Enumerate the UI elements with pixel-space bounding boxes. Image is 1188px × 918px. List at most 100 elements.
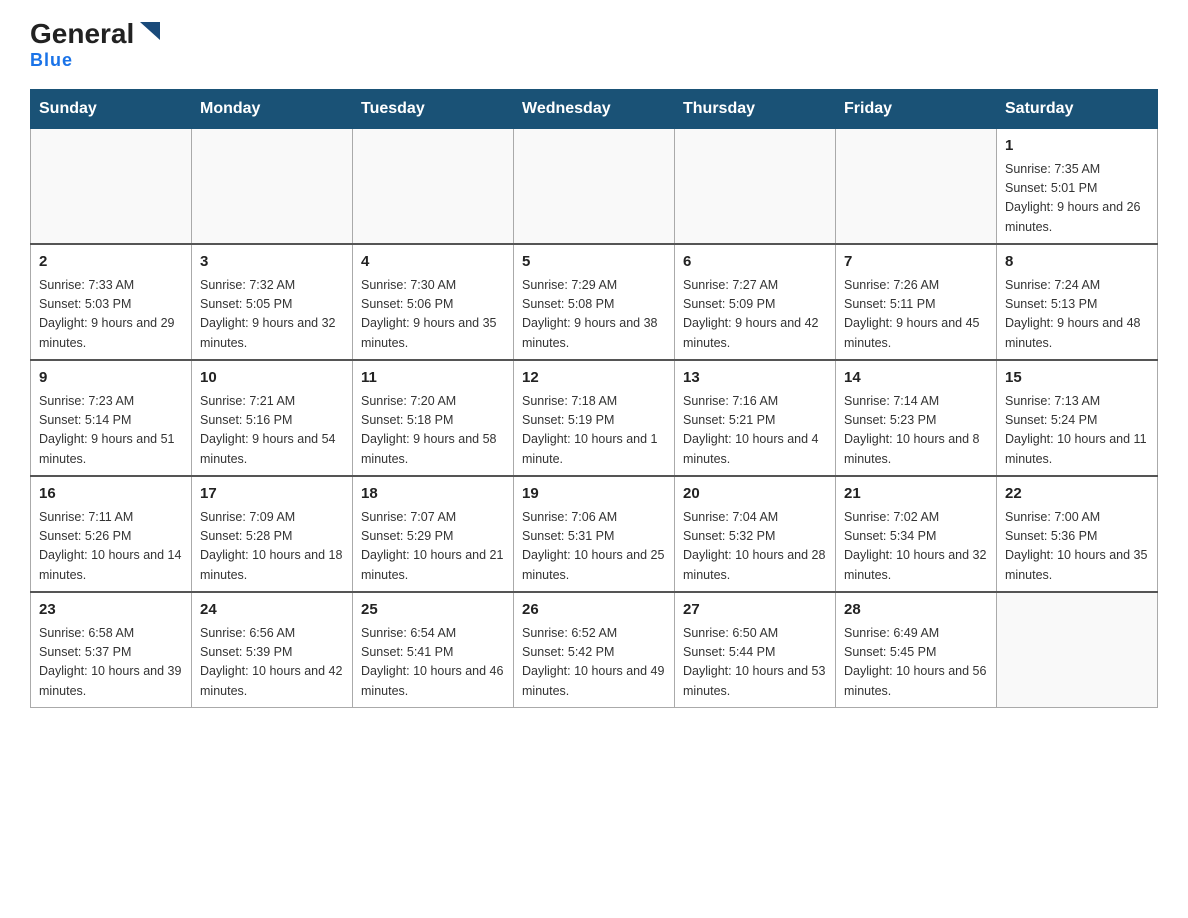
day-info: Sunrise: 6:54 AM Sunset: 5:41 PM Dayligh… <box>361 624 505 702</box>
calendar-day-cell: 8Sunrise: 7:24 AM Sunset: 5:13 PM Daylig… <box>997 244 1158 360</box>
calendar-day-cell: 2Sunrise: 7:33 AM Sunset: 5:03 PM Daylig… <box>31 244 192 360</box>
calendar-day-cell: 28Sunrise: 6:49 AM Sunset: 5:45 PM Dayli… <box>836 592 997 708</box>
weekday-header: Sunday <box>31 90 192 129</box>
calendar-day-cell: 18Sunrise: 7:07 AM Sunset: 5:29 PM Dayli… <box>353 476 514 592</box>
calendar-day-cell: 14Sunrise: 7:14 AM Sunset: 5:23 PM Dayli… <box>836 360 997 476</box>
calendar-day-cell: 27Sunrise: 6:50 AM Sunset: 5:44 PM Dayli… <box>675 592 836 708</box>
calendar-day-cell: 25Sunrise: 6:54 AM Sunset: 5:41 PM Dayli… <box>353 592 514 708</box>
calendar-day-cell: 4Sunrise: 7:30 AM Sunset: 5:06 PM Daylig… <box>353 244 514 360</box>
day-info: Sunrise: 6:58 AM Sunset: 5:37 PM Dayligh… <box>39 624 183 702</box>
day-info: Sunrise: 6:56 AM Sunset: 5:39 PM Dayligh… <box>200 624 344 702</box>
calendar-day-cell <box>514 129 675 245</box>
day-info: Sunrise: 7:04 AM Sunset: 5:32 PM Dayligh… <box>683 508 827 586</box>
day-number: 24 <box>200 599 344 622</box>
day-number: 2 <box>39 251 183 274</box>
calendar-day-cell: 3Sunrise: 7:32 AM Sunset: 5:05 PM Daylig… <box>192 244 353 360</box>
day-number: 11 <box>361 367 505 390</box>
day-number: 18 <box>361 483 505 506</box>
day-info: Sunrise: 6:49 AM Sunset: 5:45 PM Dayligh… <box>844 624 988 702</box>
day-info: Sunrise: 7:27 AM Sunset: 5:09 PM Dayligh… <box>683 276 827 354</box>
day-number: 21 <box>844 483 988 506</box>
calendar-day-cell: 22Sunrise: 7:00 AM Sunset: 5:36 PM Dayli… <box>997 476 1158 592</box>
calendar-day-cell: 7Sunrise: 7:26 AM Sunset: 5:11 PM Daylig… <box>836 244 997 360</box>
calendar-day-cell: 10Sunrise: 7:21 AM Sunset: 5:16 PM Dayli… <box>192 360 353 476</box>
calendar-day-cell <box>192 129 353 245</box>
calendar-day-cell: 20Sunrise: 7:04 AM Sunset: 5:32 PM Dayli… <box>675 476 836 592</box>
calendar-week-row: 16Sunrise: 7:11 AM Sunset: 5:26 PM Dayli… <box>31 476 1158 592</box>
day-number: 23 <box>39 599 183 622</box>
day-number: 1 <box>1005 135 1149 158</box>
day-number: 19 <box>522 483 666 506</box>
day-number: 6 <box>683 251 827 274</box>
calendar-day-cell: 12Sunrise: 7:18 AM Sunset: 5:19 PM Dayli… <box>514 360 675 476</box>
day-number: 8 <box>1005 251 1149 274</box>
day-info: Sunrise: 7:32 AM Sunset: 5:05 PM Dayligh… <box>200 276 344 354</box>
day-info: Sunrise: 7:21 AM Sunset: 5:16 PM Dayligh… <box>200 392 344 470</box>
calendar-day-cell: 19Sunrise: 7:06 AM Sunset: 5:31 PM Dayli… <box>514 476 675 592</box>
calendar-day-cell: 11Sunrise: 7:20 AM Sunset: 5:18 PM Dayli… <box>353 360 514 476</box>
calendar-day-cell: 1Sunrise: 7:35 AM Sunset: 5:01 PM Daylig… <box>997 129 1158 245</box>
calendar-day-cell: 23Sunrise: 6:58 AM Sunset: 5:37 PM Dayli… <box>31 592 192 708</box>
day-info: Sunrise: 7:11 AM Sunset: 5:26 PM Dayligh… <box>39 508 183 586</box>
day-number: 4 <box>361 251 505 274</box>
day-number: 10 <box>200 367 344 390</box>
calendar-day-cell: 26Sunrise: 6:52 AM Sunset: 5:42 PM Dayli… <box>514 592 675 708</box>
day-number: 27 <box>683 599 827 622</box>
day-info: Sunrise: 7:07 AM Sunset: 5:29 PM Dayligh… <box>361 508 505 586</box>
day-info: Sunrise: 7:18 AM Sunset: 5:19 PM Dayligh… <box>522 392 666 470</box>
weekday-header: Tuesday <box>353 90 514 129</box>
day-number: 16 <box>39 483 183 506</box>
day-number: 13 <box>683 367 827 390</box>
day-number: 14 <box>844 367 988 390</box>
day-number: 9 <box>39 367 183 390</box>
calendar-day-cell: 21Sunrise: 7:02 AM Sunset: 5:34 PM Dayli… <box>836 476 997 592</box>
calendar-day-cell: 9Sunrise: 7:23 AM Sunset: 5:14 PM Daylig… <box>31 360 192 476</box>
day-number: 20 <box>683 483 827 506</box>
logo-text: General <box>30 20 134 48</box>
calendar-day-cell: 6Sunrise: 7:27 AM Sunset: 5:09 PM Daylig… <box>675 244 836 360</box>
day-info: Sunrise: 7:24 AM Sunset: 5:13 PM Dayligh… <box>1005 276 1149 354</box>
day-info: Sunrise: 7:13 AM Sunset: 5:24 PM Dayligh… <box>1005 392 1149 470</box>
calendar-day-cell: 15Sunrise: 7:13 AM Sunset: 5:24 PM Dayli… <box>997 360 1158 476</box>
calendar-week-row: 1Sunrise: 7:35 AM Sunset: 5:01 PM Daylig… <box>31 129 1158 245</box>
day-info: Sunrise: 7:35 AM Sunset: 5:01 PM Dayligh… <box>1005 160 1149 238</box>
logo-blue-text: Blue <box>30 50 73 71</box>
calendar-table: SundayMondayTuesdayWednesdayThursdayFrid… <box>30 89 1158 708</box>
day-info: Sunrise: 7:20 AM Sunset: 5:18 PM Dayligh… <box>361 392 505 470</box>
calendar-day-cell <box>997 592 1158 708</box>
day-info: Sunrise: 7:33 AM Sunset: 5:03 PM Dayligh… <box>39 276 183 354</box>
logo-triangle-icon <box>136 18 164 46</box>
calendar-day-cell <box>353 129 514 245</box>
day-info: Sunrise: 7:16 AM Sunset: 5:21 PM Dayligh… <box>683 392 827 470</box>
day-info: Sunrise: 6:50 AM Sunset: 5:44 PM Dayligh… <box>683 624 827 702</box>
day-number: 12 <box>522 367 666 390</box>
weekday-header: Thursday <box>675 90 836 129</box>
calendar-week-row: 9Sunrise: 7:23 AM Sunset: 5:14 PM Daylig… <box>31 360 1158 476</box>
calendar-day-cell <box>675 129 836 245</box>
day-info: Sunrise: 7:26 AM Sunset: 5:11 PM Dayligh… <box>844 276 988 354</box>
day-info: Sunrise: 7:09 AM Sunset: 5:28 PM Dayligh… <box>200 508 344 586</box>
day-number: 15 <box>1005 367 1149 390</box>
calendar-day-cell: 5Sunrise: 7:29 AM Sunset: 5:08 PM Daylig… <box>514 244 675 360</box>
weekday-header: Monday <box>192 90 353 129</box>
day-info: Sunrise: 7:14 AM Sunset: 5:23 PM Dayligh… <box>844 392 988 470</box>
day-info: Sunrise: 7:02 AM Sunset: 5:34 PM Dayligh… <box>844 508 988 586</box>
day-number: 22 <box>1005 483 1149 506</box>
day-info: Sunrise: 7:30 AM Sunset: 5:06 PM Dayligh… <box>361 276 505 354</box>
weekday-header: Saturday <box>997 90 1158 129</box>
calendar-day-cell: 17Sunrise: 7:09 AM Sunset: 5:28 PM Dayli… <box>192 476 353 592</box>
day-info: Sunrise: 7:23 AM Sunset: 5:14 PM Dayligh… <box>39 392 183 470</box>
logo: General Blue <box>30 20 164 71</box>
day-number: 17 <box>200 483 344 506</box>
calendar-day-cell <box>836 129 997 245</box>
day-info: Sunrise: 7:00 AM Sunset: 5:36 PM Dayligh… <box>1005 508 1149 586</box>
day-info: Sunrise: 6:52 AM Sunset: 5:42 PM Dayligh… <box>522 624 666 702</box>
calendar-day-cell <box>31 129 192 245</box>
weekday-header: Friday <box>836 90 997 129</box>
calendar-day-cell: 13Sunrise: 7:16 AM Sunset: 5:21 PM Dayli… <box>675 360 836 476</box>
calendar-day-cell: 24Sunrise: 6:56 AM Sunset: 5:39 PM Dayli… <box>192 592 353 708</box>
page-header: General Blue <box>30 20 1158 71</box>
weekday-header: Wednesday <box>514 90 675 129</box>
day-number: 28 <box>844 599 988 622</box>
day-number: 3 <box>200 251 344 274</box>
